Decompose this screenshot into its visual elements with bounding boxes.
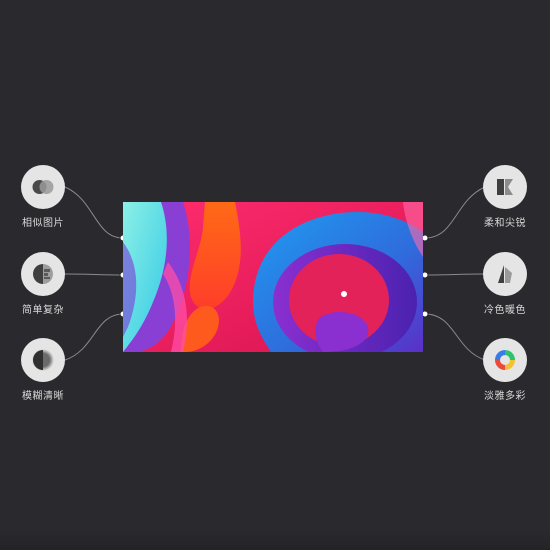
feature-simple-complex[interactable]: 简单复杂: [13, 252, 73, 316]
feature-soft-sharp[interactable]: 柔和尖锐: [475, 165, 535, 229]
simple-complex-disc[interactable]: [21, 252, 65, 296]
blur-sharp-disc[interactable]: [21, 338, 65, 382]
preview-artwork[interactable]: [123, 202, 423, 352]
feature-label: 相似图片: [22, 218, 64, 229]
connector-simple: [64, 273, 124, 276]
muted-colorful-disc[interactable]: [483, 338, 527, 382]
similar-disc[interactable]: [21, 165, 65, 209]
feature-blur-sharp[interactable]: 模糊清晰: [13, 338, 73, 402]
connector-similar: [64, 186, 124, 239]
cool-warm-disc[interactable]: [483, 252, 527, 296]
soft-sharp-icon: [497, 179, 513, 195]
feature-similar[interactable]: 相似图片: [13, 165, 73, 229]
feature-label: 冷色暖色: [484, 305, 526, 316]
feature-label: 淡雅多彩: [484, 391, 526, 402]
muted-colorful-icon: [495, 350, 515, 370]
soft-sharp-disc[interactable]: [483, 165, 527, 209]
feature-cool-warm[interactable]: 冷色暖色: [475, 252, 535, 316]
simple-complex-icon: [33, 264, 53, 284]
feature-label: 模糊清晰: [22, 391, 64, 402]
blur-sharp-icon: [32, 349, 54, 371]
feature-label: 柔和尖锐: [484, 218, 526, 229]
feature-label: 简单复杂: [22, 305, 64, 316]
similar-circles-icon: [32, 180, 54, 194]
stage: 相似图片 简单复杂 模糊清晰 柔和尖锐 冷色暖色 淡雅多彩: [0, 0, 550, 550]
feature-muted-colorful[interactable]: 淡雅多彩: [475, 338, 535, 402]
focus-point: [341, 291, 347, 297]
connector-blur: [64, 313, 124, 361]
cool-warm-icon: [498, 265, 512, 283]
